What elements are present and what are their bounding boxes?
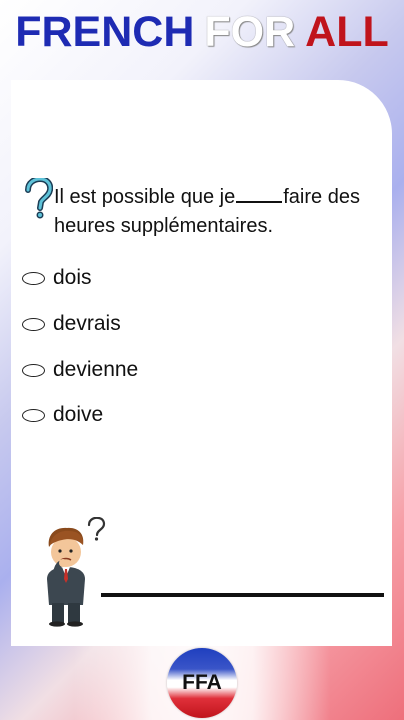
title-word-for: FOR [204, 8, 296, 56]
answer-blank [236, 187, 283, 203]
option-label: doive [53, 403, 104, 426]
ffa-logo-text: FFA [182, 671, 222, 694]
ffa-logo-button[interactable]: FFA [167, 648, 237, 718]
thinking-man-illustration [47, 517, 106, 627]
question-mark-icon [25, 178, 53, 219]
radio-button[interactable] [22, 271, 45, 285]
radio-button[interactable] [22, 408, 45, 422]
option-devrais[interactable]: devrais [22, 310, 222, 338]
question-text: Il est possible que je faire des heures s… [54, 183, 374, 241]
option-label: devienne [53, 358, 139, 381]
option-devienne[interactable]: devienne [22, 356, 222, 384]
app-title: FRENCH FOR ALL [0, 6, 404, 58]
option-dois[interactable]: dois [22, 264, 222, 292]
option-doive[interactable]: doive [22, 401, 222, 429]
answer-line [101, 593, 384, 597]
quiz-card: Il est possible que je faire des heures s… [11, 80, 392, 646]
radio-button[interactable] [22, 317, 45, 331]
question-part-1: Il est possible que je [54, 186, 236, 208]
option-label: dois [53, 266, 92, 289]
radio-button[interactable] [22, 363, 45, 377]
title-word-all: ALL [305, 8, 389, 56]
title-word-french: FRENCH [15, 8, 195, 56]
option-label: devrais [53, 312, 121, 335]
